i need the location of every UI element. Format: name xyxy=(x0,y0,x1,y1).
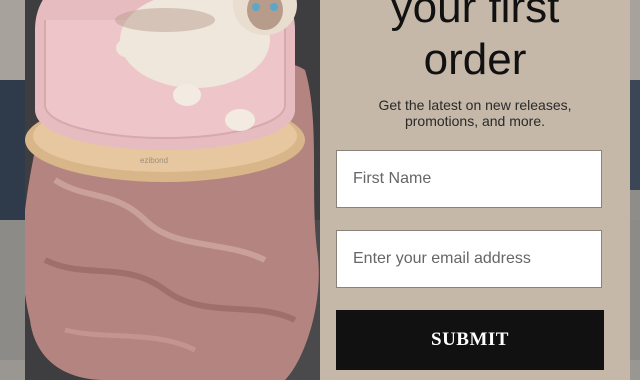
email-input[interactable] xyxy=(337,231,601,287)
popup-subtitle: Get the latest on new releases, promotio… xyxy=(378,97,572,129)
background-image-left xyxy=(0,80,26,220)
first-name-field[interactable] xyxy=(336,150,602,208)
first-name-input[interactable] xyxy=(337,151,601,207)
popup-title-line2: order xyxy=(423,35,527,84)
email-field[interactable] xyxy=(336,230,602,288)
cat-on-bed-photo: ezibond xyxy=(25,0,320,380)
bed-brand-label: ezibond xyxy=(140,156,168,165)
submit-button[interactable]: SUBMIT xyxy=(336,310,604,370)
popup-title: your first order xyxy=(320,0,630,86)
popup-image: ezibond xyxy=(25,0,320,380)
newsletter-popup: ezibond your first order Get the latest … xyxy=(25,0,630,380)
popup-title-line1: your first xyxy=(390,0,560,32)
popup-form: your first order Get the latest on new r… xyxy=(320,0,630,380)
